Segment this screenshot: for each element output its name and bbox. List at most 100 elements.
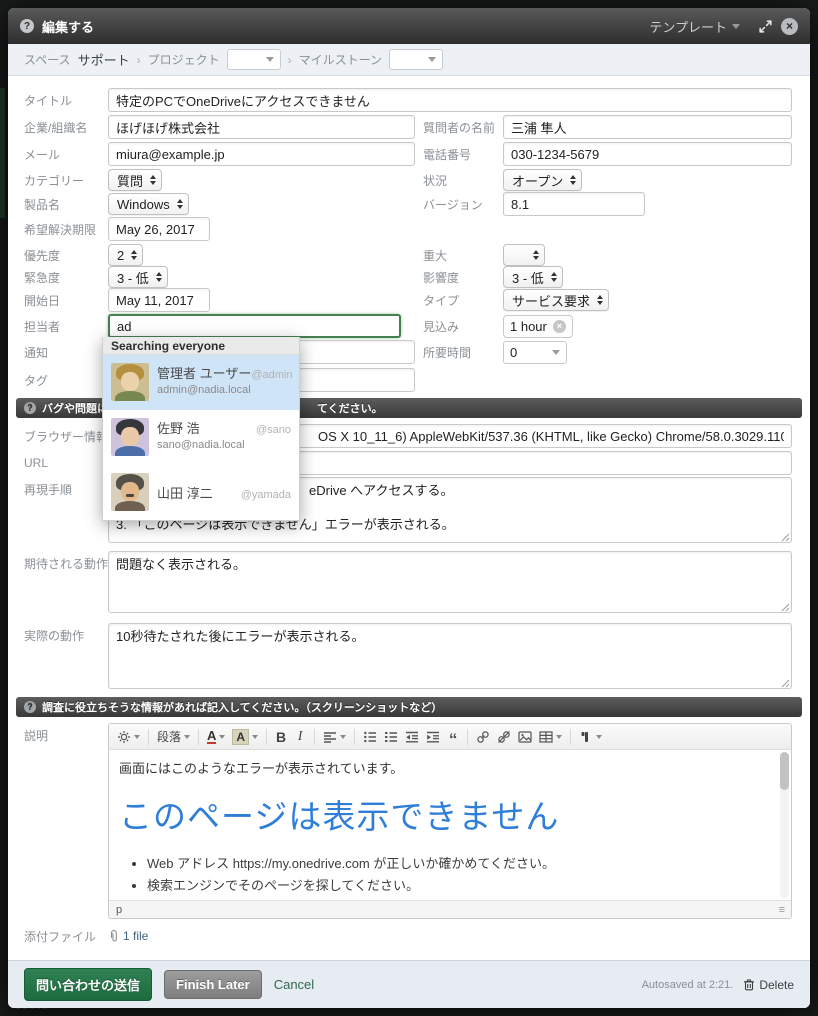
- project-select[interactable]: [227, 49, 281, 70]
- remove-estimate-icon[interactable]: ×: [553, 320, 566, 333]
- stepper-icon: [597, 295, 603, 305]
- editor-scrollbar[interactable]: [780, 752, 789, 898]
- milestone-label: マイルストーン: [299, 51, 382, 68]
- submit-button[interactable]: 問い合わせの送信: [24, 968, 152, 1001]
- product-label: 製品名: [24, 196, 108, 213]
- severity-label: 重大: [423, 247, 503, 264]
- severity-select[interactable]: [503, 244, 545, 266]
- company-label: 企業/組織名: [24, 119, 108, 136]
- resize-grip-icon[interactable]: [778, 599, 790, 611]
- cancel-link[interactable]: Cancel: [274, 977, 314, 992]
- description-intro: 画面にはこのようなエラーが表示されています。: [119, 758, 765, 777]
- product-select[interactable]: Windows: [108, 193, 189, 215]
- dialog-title: 編集する: [42, 17, 94, 36]
- avatar: [111, 363, 149, 401]
- assignee-input[interactable]: [108, 314, 401, 338]
- numbered-list-button[interactable]: [381, 726, 401, 747]
- template-dropdown-button[interactable]: テンプレート: [649, 17, 740, 36]
- align-left-icon: [323, 730, 337, 744]
- breadcrumb: スペース サポート › プロジェクト › マイルストーン: [8, 44, 810, 76]
- close-icon[interactable]: ×: [781, 18, 798, 35]
- resize-grip-icon[interactable]: [778, 675, 790, 687]
- element-path: p: [116, 904, 122, 916]
- image-icon: [518, 730, 532, 744]
- start-date-input[interactable]: [108, 288, 210, 312]
- font-color-button[interactable]: A: [204, 726, 228, 747]
- row-title: タイトル: [24, 88, 792, 112]
- dialog-titlebar: ? 編集する テンプレート ×: [8, 8, 810, 44]
- backdrop-artifact: [0, 88, 5, 218]
- editor-content[interactable]: 画面にはこのようなエラーが表示されています。 このページは表示できません Web…: [109, 750, 791, 900]
- highlight-color-button[interactable]: A: [229, 726, 261, 747]
- stepper-icon: [551, 272, 557, 282]
- title-label: タイトル: [24, 92, 108, 109]
- expected-behavior-label: 期待される動作: [24, 551, 108, 572]
- finish-later-button[interactable]: Finish Later: [164, 970, 262, 999]
- category-select[interactable]: 質問: [108, 169, 162, 191]
- chevron-down-icon: [596, 735, 602, 739]
- resize-grip-icon[interactable]: ≡: [779, 904, 784, 916]
- status-select[interactable]: オープン: [503, 169, 582, 191]
- email-input[interactable]: [108, 142, 415, 166]
- assignee-option-yamada[interactable]: 山田 淳二 @yamada: [103, 465, 299, 520]
- unlink-button[interactable]: [494, 726, 514, 747]
- help-icon: ?: [24, 701, 36, 713]
- error-heading: このページは表示できません: [119, 790, 765, 838]
- chevron-down-icon: [134, 735, 140, 739]
- bold-button[interactable]: B: [272, 726, 290, 747]
- stepper-icon: [156, 272, 162, 282]
- requester-input[interactable]: [503, 115, 792, 139]
- italic-button[interactable]: I: [291, 726, 309, 747]
- type-select[interactable]: サービス要求: [503, 289, 609, 311]
- impact-select[interactable]: 3 - 低: [503, 266, 563, 288]
- settings-gear-button[interactable]: [114, 726, 143, 747]
- font-color-icon: A: [207, 729, 216, 744]
- bullet-list-button[interactable]: [360, 726, 380, 747]
- assignee-option-admin[interactable]: 管理者 ユーザー @admin admin@nadia.local: [103, 355, 299, 410]
- title-input[interactable]: [108, 88, 792, 112]
- table-icon: [539, 730, 553, 744]
- urgency-select[interactable]: 3 - 低: [108, 266, 168, 288]
- rich-text-editor: 段落 A A B I: [108, 723, 792, 919]
- insert-more-button[interactable]: [576, 726, 605, 747]
- insert-image-button[interactable]: [515, 726, 535, 747]
- resize-grip-icon[interactable]: [778, 529, 790, 541]
- company-input[interactable]: [108, 115, 415, 139]
- assignee-option-sano[interactable]: 佐野 浩 @sano sano@nadia.local: [103, 410, 299, 465]
- paragraph-style-button[interactable]: 段落: [154, 726, 193, 747]
- table-button[interactable]: [536, 726, 565, 747]
- priority-select[interactable]: 2: [108, 244, 143, 266]
- blockquote-button[interactable]: “: [444, 726, 462, 747]
- stepper-icon: [177, 199, 183, 209]
- chevron-down-icon: [219, 735, 225, 739]
- start-date-label: 開始日: [24, 292, 108, 309]
- version-input[interactable]: [503, 192, 645, 216]
- description-label: 説明: [24, 723, 108, 744]
- delete-link[interactable]: Delete: [743, 978, 794, 992]
- avatar: [111, 418, 149, 456]
- chevron-down-icon: [552, 350, 560, 355]
- phone-input[interactable]: [503, 142, 792, 166]
- gear-icon: [117, 730, 131, 744]
- scrollbar-thumb[interactable]: [780, 752, 789, 790]
- dialog-footer: 問い合わせの送信 Finish Later Cancel Autosaved a…: [8, 960, 810, 1008]
- version-label: バージョン: [423, 196, 503, 213]
- actual-hours-select[interactable]: 0: [503, 341, 567, 364]
- stepper-icon: [150, 175, 156, 185]
- align-button[interactable]: [320, 726, 349, 747]
- actual-behavior-textarea[interactable]: 10秒待たされた後にエラーが表示される。: [108, 623, 792, 689]
- chevron-down-icon: [340, 735, 346, 739]
- due-date-input[interactable]: [108, 217, 210, 241]
- expand-icon[interactable]: [758, 19, 773, 34]
- outdent-button[interactable]: [402, 726, 422, 747]
- chevron-down-icon: [266, 57, 274, 62]
- link-button[interactable]: [473, 726, 493, 747]
- indent-button[interactable]: [423, 726, 443, 747]
- help-icon[interactable]: ?: [20, 19, 34, 33]
- url-label: URL: [24, 456, 108, 470]
- milestone-select[interactable]: [389, 49, 443, 70]
- paperclip-icon: [108, 929, 120, 943]
- unlink-icon: [497, 730, 511, 744]
- expected-behavior-textarea[interactable]: 問題なく表示される。: [108, 551, 792, 613]
- attachment-file-link[interactable]: 1 file: [108, 929, 148, 943]
